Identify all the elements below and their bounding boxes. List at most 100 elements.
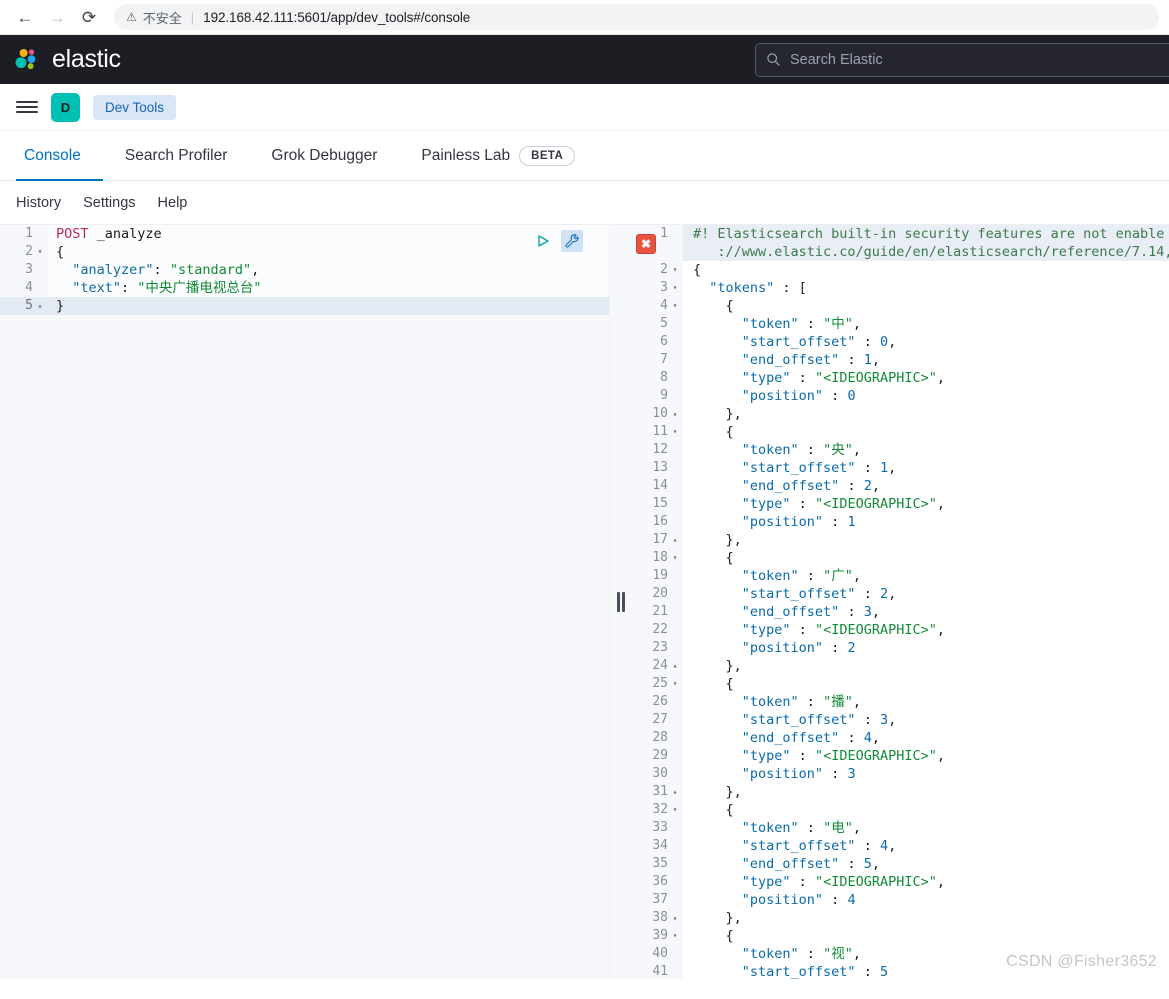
code-text: "end_offset" : 3,: [683, 603, 1169, 621]
address-bar[interactable]: ⚠ 不安全 | 192.168.42.111:5601/app/dev_tool…: [114, 4, 1159, 30]
code-text: "token" : "播",: [683, 693, 1169, 711]
line-number: 9: [631, 387, 683, 405]
error-x-icon[interactable]: ✖: [636, 234, 656, 254]
fold-down-icon[interactable]: ▾: [671, 423, 679, 441]
code-line: 6 "start_offset" : 0,: [631, 333, 1169, 351]
line-number: 22: [631, 621, 683, 639]
code-text: {: [683, 297, 1169, 315]
console-subnav: History Settings Help: [0, 181, 1169, 224]
breadcrumb-item-dev-tools[interactable]: Dev Tools: [93, 94, 177, 120]
line-number: 15: [631, 495, 683, 513]
line-number: 37: [631, 891, 683, 909]
response-viewer-pane[interactable]: ✖ 1 #! Elasticsearch built-in security fe…: [631, 225, 1169, 979]
line-number: 31 ▴: [631, 783, 683, 801]
fold-up-icon[interactable]: ▴: [36, 297, 44, 315]
brand-name: elastic: [52, 45, 121, 73]
line-number: 5 ▴: [0, 297, 48, 315]
back-icon[interactable]: ←: [10, 3, 40, 31]
wrench-icon[interactable]: [561, 230, 583, 252]
subnav-item-help[interactable]: Help: [158, 195, 188, 211]
reload-icon[interactable]: ⟳: [74, 3, 104, 31]
code-line: 15 "type" : "<IDEOGRAPHIC>",: [631, 495, 1169, 513]
fold-up-icon[interactable]: ▴: [671, 783, 679, 801]
fold-up-icon[interactable]: ▴: [671, 405, 679, 423]
tab-painless-lab[interactable]: Painless Lab BETA: [399, 133, 597, 181]
fold-down-icon[interactable]: ▾: [671, 297, 679, 315]
fold-down-icon[interactable]: ▾: [671, 801, 679, 819]
fold-down-icon[interactable]: ▾: [671, 549, 679, 567]
code-line: 26 "token" : "播",: [631, 693, 1169, 711]
space-avatar[interactable]: D: [51, 92, 80, 122]
code-text: },: [683, 405, 1169, 423]
forward-icon[interactable]: →: [42, 3, 72, 31]
line-number: 3: [0, 261, 48, 279]
code-line: 20 "start_offset" : 2,: [631, 585, 1169, 603]
tab-console[interactable]: Console: [16, 133, 103, 181]
line-number: 33: [631, 819, 683, 837]
code-text: "start_offset" : 0,: [683, 333, 1169, 351]
code-text: {: [48, 243, 609, 261]
drag-handle-icon: [616, 592, 625, 612]
hamburger-menu-icon[interactable]: [16, 101, 38, 113]
code-text: "type" : "<IDEOGRAPHIC>",: [683, 873, 1169, 891]
pane-resize-handle[interactable]: [609, 225, 631, 979]
request-editor-pane[interactable]: 1 POST _analyze 2 ▾{3 "analyzer": "standard…: [0, 225, 609, 979]
line-number: 32 ▾: [631, 801, 683, 819]
code-line: 3 "analyzer": "standard",: [0, 261, 609, 279]
code-line: 31 ▴ },: [631, 783, 1169, 801]
response-code-editor[interactable]: 1 #! Elasticsearch built-in security feat…: [631, 225, 1169, 979]
line-number: 10 ▴: [631, 405, 683, 423]
fold-down-icon[interactable]: ▾: [36, 243, 44, 261]
line-number: 18 ▾: [631, 549, 683, 567]
code-text: {: [683, 675, 1169, 693]
elastic-brand[interactable]: elastic: [14, 45, 121, 74]
code-line: 2 ▾{: [0, 243, 609, 261]
fold-down-icon[interactable]: ▾: [671, 927, 679, 945]
subnav-item-settings[interactable]: Settings: [83, 195, 135, 211]
line-number: 11 ▾: [631, 423, 683, 441]
code-text: "text": "中央广播电视总台": [48, 279, 609, 297]
line-number: 24 ▴: [631, 657, 683, 675]
code-line: 16 "position" : 1: [631, 513, 1169, 531]
line-number: 19: [631, 567, 683, 585]
code-line: 25 ▾ {: [631, 675, 1169, 693]
line-number: 30: [631, 765, 683, 783]
code-line: 2 ▾{: [631, 261, 1169, 279]
play-triangle-icon[interactable]: [532, 230, 554, 252]
line-number: 5: [631, 315, 683, 333]
code-text: "type" : "<IDEOGRAPHIC>",: [683, 747, 1169, 765]
elastic-global-header: elastic Search Elastic: [0, 35, 1169, 84]
code-line: 10 ▴ },: [631, 405, 1169, 423]
tab-search-profiler[interactable]: Search Profiler: [103, 133, 250, 181]
code-line: 41 "start_offset" : 5: [631, 963, 1169, 979]
not-secure-label: 不安全: [142, 10, 182, 26]
code-text: {: [683, 927, 1169, 945]
request-code-editor[interactable]: 1 POST _analyze 2 ▾{3 "analyzer": "standard…: [0, 225, 609, 315]
code-line: 11 ▾ {: [631, 423, 1169, 441]
fold-up-icon[interactable]: ▴: [671, 657, 679, 675]
code-line: 4 "text": "中央广播电视总台": [0, 279, 609, 297]
global-search-input[interactable]: Search Elastic: [755, 42, 1169, 77]
code-line: 12 "token" : "央",: [631, 441, 1169, 459]
line-number: 13: [631, 459, 683, 477]
line-number: 39 ▾: [631, 927, 683, 945]
fold-down-icon[interactable]: ▾: [671, 279, 679, 297]
line-number: 40: [631, 945, 683, 963]
code-text: #! Elasticsearch built-in security featu…: [683, 225, 1169, 243]
code-text: },: [683, 909, 1169, 927]
code-line: 14 "end_offset" : 2,: [631, 477, 1169, 495]
code-line: 1 #! Elasticsearch built-in security feat…: [631, 225, 1169, 243]
code-line: 19 "token" : "广",: [631, 567, 1169, 585]
tab-painless-lab-label: Painless Lab: [421, 147, 511, 164]
code-line: 29 "type" : "<IDEOGRAPHIC>",: [631, 747, 1169, 765]
subnav-item-history[interactable]: History: [16, 195, 61, 211]
line-number: 8: [631, 369, 683, 387]
code-text: "type" : "<IDEOGRAPHIC>",: [683, 495, 1169, 513]
tab-grok-debugger[interactable]: Grok Debugger: [249, 133, 399, 181]
fold-down-icon[interactable]: ▾: [671, 261, 679, 279]
fold-up-icon[interactable]: ▴: [671, 531, 679, 549]
fold-up-icon[interactable]: ▴: [671, 909, 679, 927]
fold-down-icon[interactable]: ▾: [671, 675, 679, 693]
line-number: 21: [631, 603, 683, 621]
code-line: 18 ▾ {: [631, 549, 1169, 567]
